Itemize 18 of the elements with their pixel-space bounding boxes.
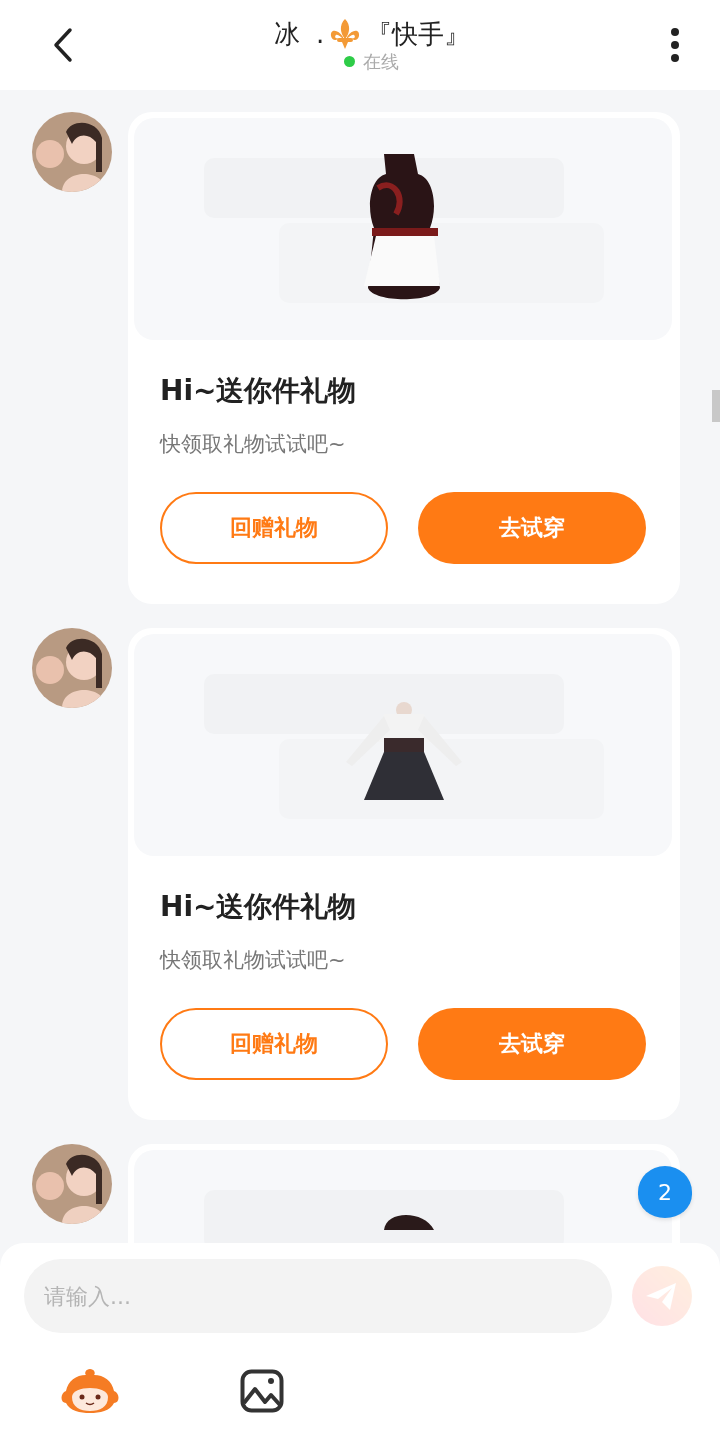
return-gift-button[interactable]: 回赠礼物 — [160, 1008, 388, 1080]
unread-badge[interactable]: 2 — [638, 1166, 692, 1218]
gift-subtitle: 快领取礼物试试吧~ — [160, 947, 347, 974]
online-status: 在线 — [363, 49, 400, 74]
message-input[interactable]: 请输入... — [24, 1259, 612, 1333]
mascot-emoji-icon[interactable] — [60, 1367, 120, 1415]
gift-subtitle: 快领取礼物试试吧~ — [160, 431, 347, 458]
contact-name-suffix: 『快手』 — [366, 17, 471, 51]
try-on-button[interactable]: 去试穿 — [418, 492, 646, 564]
gift-title: Hi~送你件礼物 — [160, 889, 358, 925]
more-icon[interactable] — [670, 27, 680, 63]
image-icon[interactable] — [240, 1369, 284, 1413]
contact-name: 冰 . — [273, 17, 325, 51]
gift-title: Hi~送你件礼物 — [160, 373, 358, 409]
scroll-indicator — [712, 390, 720, 422]
back-icon[interactable] — [52, 27, 74, 63]
return-gift-button[interactable]: 回赠礼物 — [160, 492, 388, 564]
try-on-button[interactable]: 去试穿 — [418, 1008, 646, 1080]
